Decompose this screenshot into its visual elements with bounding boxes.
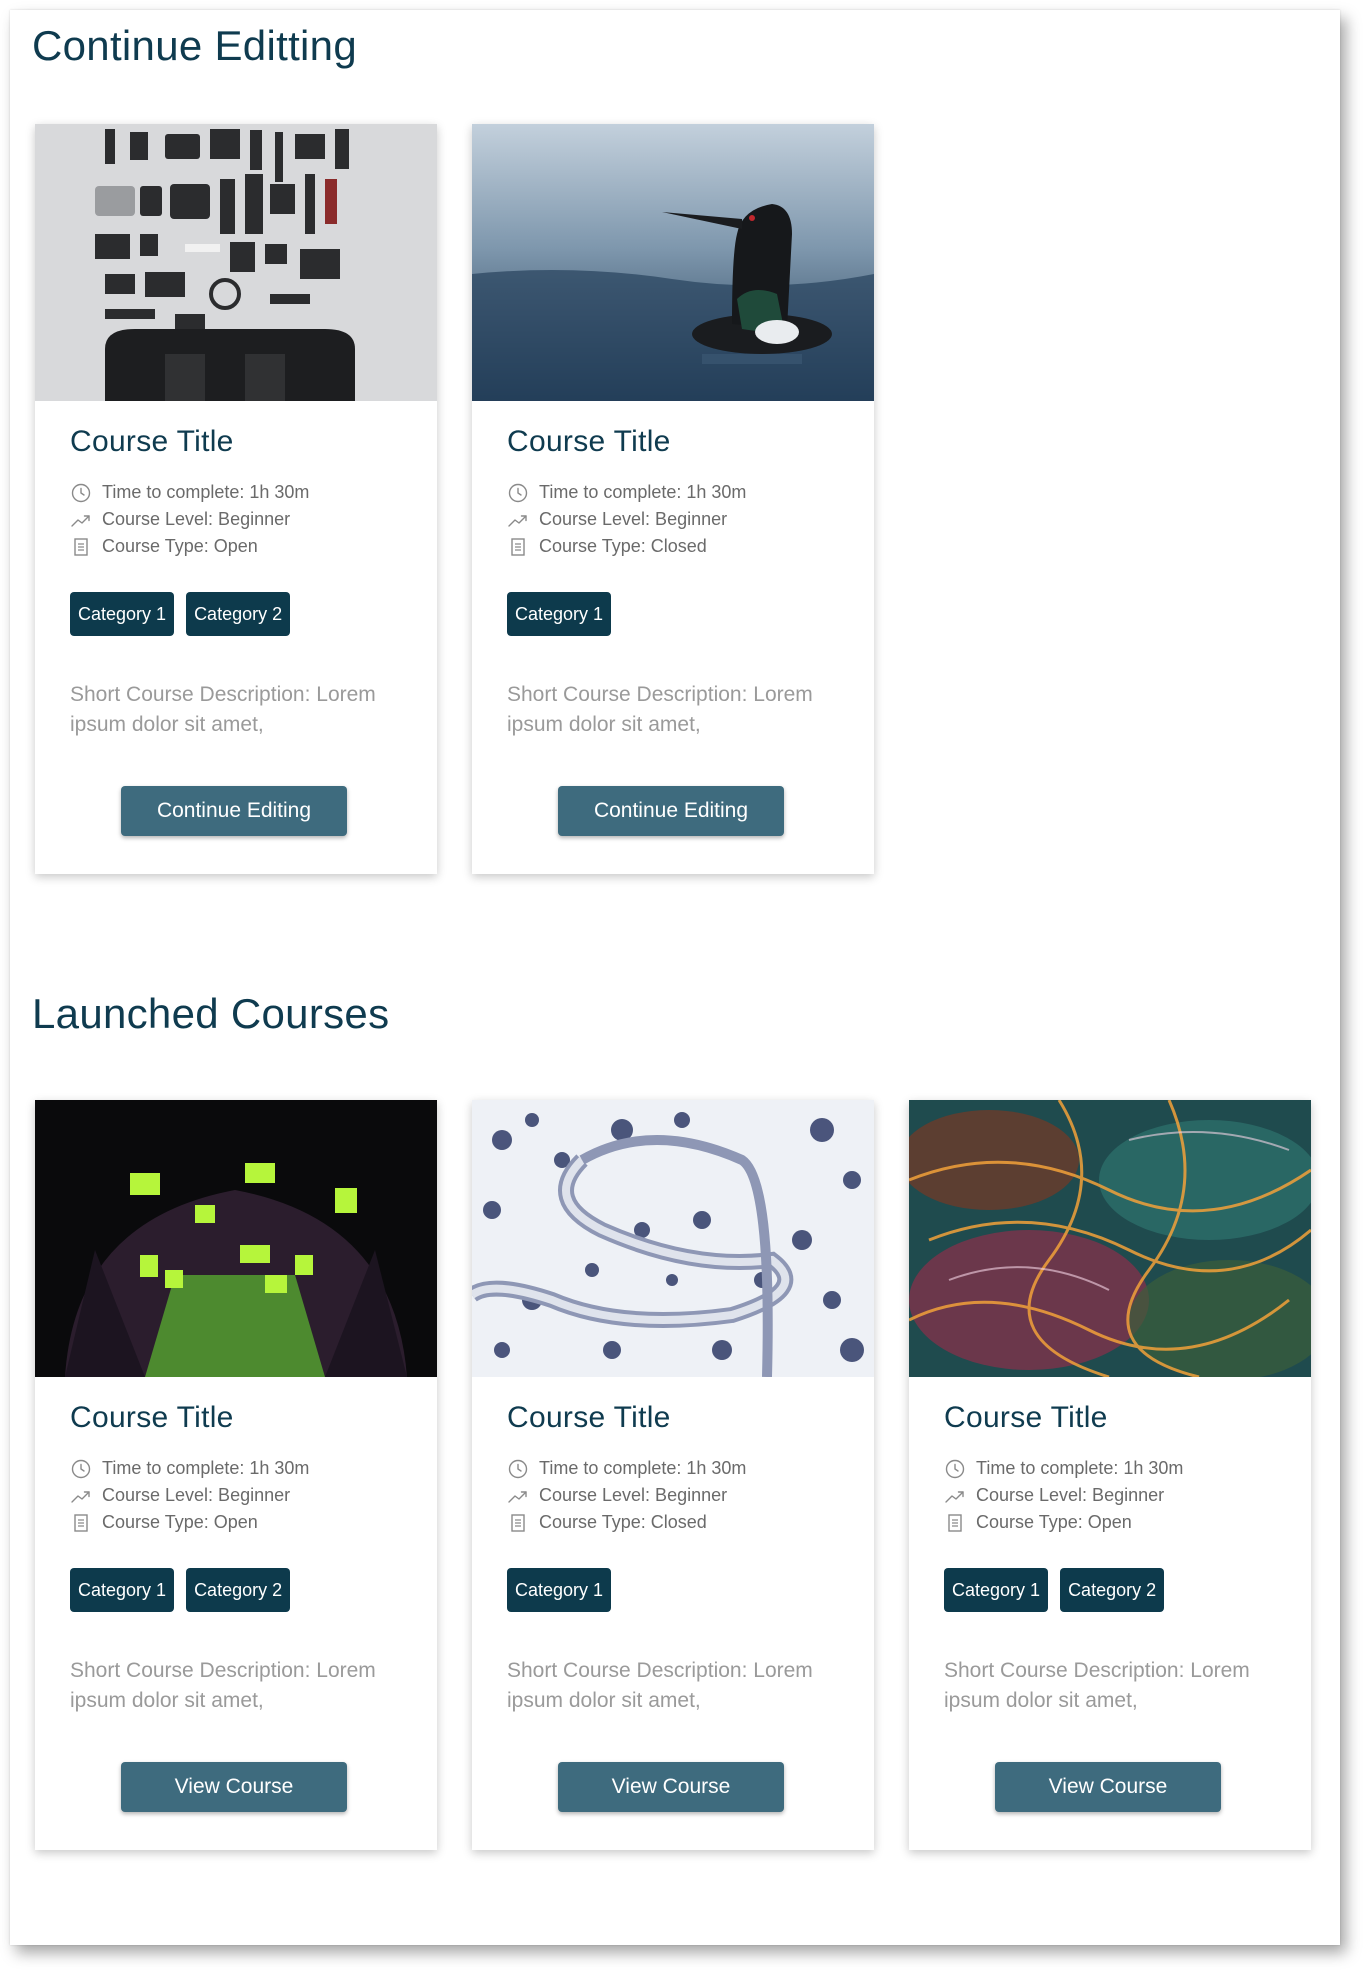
course-type-text: Course Type: Open: [976, 1512, 1132, 1532]
category-tags: Category 1: [507, 1568, 839, 1612]
course-level: Course Level: Beginner: [944, 1482, 1276, 1509]
course-type-text: Course Type: Open: [102, 1512, 258, 1532]
document-icon: [70, 1512, 92, 1534]
course-type: Course Type: Open: [70, 1509, 402, 1536]
clock-icon: [70, 482, 92, 504]
course-level: Course Level: Beginner: [507, 506, 839, 533]
course-title[interactable]: Course Title: [70, 1401, 402, 1435]
category-tag[interactable]: Category 2: [186, 1568, 291, 1612]
document-icon: [507, 1512, 529, 1534]
category-tag[interactable]: Category 2: [1060, 1568, 1165, 1612]
course-thumbnail-camera-gear-flatlay[interactable]: [35, 124, 437, 401]
continue-editing-heading: Continue Editting: [32, 22, 357, 69]
category-tag[interactable]: Category 1: [70, 1568, 175, 1612]
course-description: Short Course Description: Lorem ipsum do…: [507, 683, 813, 736]
launched-courses-row: Course Title Time to complete: 1h 30m Co…: [35, 1100, 1311, 1850]
category-tag[interactable]: Category 1: [507, 1568, 612, 1612]
course-card-3: Course Title Time to complete: 1h 30m Co…: [909, 1100, 1311, 1850]
course-action-button[interactable]: View Course: [121, 1762, 347, 1812]
course-action-button[interactable]: View Course: [995, 1762, 1221, 1812]
time-to-complete: Time to complete: 1h 30m: [70, 1455, 402, 1482]
time-to-complete: Time to complete: 1h 30m: [944, 1455, 1276, 1482]
course-type: Course Type: Open: [944, 1509, 1276, 1536]
course-card-2: Course Title Time to complete: 1h 30m Co…: [472, 124, 874, 874]
course-card-2: Course Title Time to complete: 1h 30m Co…: [472, 1100, 874, 1850]
page: Continue Editting Course Title Time to c…: [10, 10, 1340, 1945]
course-level-text: Course Level: Beginner: [102, 509, 291, 529]
trend-up-icon: [70, 1485, 92, 1507]
course-type-text: Course Type: Closed: [539, 536, 707, 556]
course-description: Short Course Description: Lorem ipsum do…: [70, 1659, 376, 1712]
document-icon: [944, 1512, 966, 1534]
category-tags: Category 1: [507, 592, 839, 636]
course-thumbnail-loon-on-water[interactable]: [472, 124, 874, 401]
trend-up-icon: [70, 509, 92, 531]
course-type-text: Course Type: Closed: [539, 1512, 707, 1532]
course-description: Short Course Description: Lorem ipsum do…: [70, 683, 376, 736]
document-icon: [507, 536, 529, 558]
clock-icon: [944, 1458, 966, 1480]
time-to-complete-text: Time to complete: 1h 30m: [102, 482, 310, 502]
course-level-text: Course Level: Beginner: [976, 1485, 1165, 1505]
course-card-1: Course Title Time to complete: 1h 30m Co…: [35, 1100, 437, 1850]
course-type-text: Course Type: Open: [102, 536, 258, 556]
category-tag[interactable]: Category 2: [186, 592, 291, 636]
clock-icon: [70, 1458, 92, 1480]
trend-up-icon: [507, 1485, 529, 1507]
course-level-text: Course Level: Beginner: [102, 1485, 291, 1505]
time-to-complete-text: Time to complete: 1h 30m: [102, 1458, 310, 1478]
document-icon: [70, 536, 92, 558]
course-description: Short Course Description: Lorem ipsum do…: [944, 1659, 1250, 1712]
course-level-text: Course Level: Beginner: [539, 509, 728, 529]
clock-icon: [507, 482, 529, 504]
course-type: Course Type: Closed: [507, 533, 839, 560]
category-tag[interactable]: Category 1: [944, 1568, 1049, 1612]
course-title[interactable]: Course Title: [944, 1401, 1276, 1435]
course-type: Course Type: Closed: [507, 1509, 839, 1536]
clock-icon: [507, 1458, 529, 1480]
course-level: Course Level: Beginner: [70, 506, 402, 533]
launched-courses-heading: Launched Courses: [32, 990, 390, 1037]
category-tag[interactable]: Category 1: [70, 592, 175, 636]
course-title[interactable]: Course Title: [507, 425, 839, 459]
continue-editing-row: Course Title Time to complete: 1h 30m Co…: [35, 124, 874, 874]
time-to-complete: Time to complete: 1h 30m: [507, 1455, 839, 1482]
course-card-1: Course Title Time to complete: 1h 30m Co…: [35, 124, 437, 874]
course-title[interactable]: Course Title: [507, 1401, 839, 1435]
time-to-complete-text: Time to complete: 1h 30m: [976, 1458, 1184, 1478]
category-tags: Category 1 Category 2: [944, 1568, 1276, 1612]
course-thumbnail-snowy-winding-road[interactable]: [472, 1100, 874, 1377]
trend-up-icon: [507, 509, 529, 531]
course-type: Course Type: Open: [70, 533, 402, 560]
course-thumbnail-abstract-light-swirls[interactable]: [909, 1100, 1311, 1377]
course-action-button[interactable]: View Course: [558, 1762, 784, 1812]
course-level: Course Level: Beginner: [70, 1482, 402, 1509]
course-title[interactable]: Course Title: [70, 425, 402, 459]
course-level-text: Course Level: Beginner: [539, 1485, 728, 1505]
time-to-complete-text: Time to complete: 1h 30m: [539, 1458, 747, 1478]
course-level: Course Level: Beginner: [507, 1482, 839, 1509]
course-description: Short Course Description: Lorem ipsum do…: [507, 1659, 813, 1712]
course-action-button[interactable]: Continue Editing: [121, 786, 347, 836]
course-thumbnail-green-screens-room[interactable]: [35, 1100, 437, 1377]
time-to-complete: Time to complete: 1h 30m: [507, 479, 839, 506]
category-tags: Category 1 Category 2: [70, 592, 402, 636]
course-action-button[interactable]: Continue Editing: [558, 786, 784, 836]
category-tag[interactable]: Category 1: [507, 592, 612, 636]
category-tags: Category 1 Category 2: [70, 1568, 402, 1612]
time-to-complete: Time to complete: 1h 30m: [70, 479, 402, 506]
time-to-complete-text: Time to complete: 1h 30m: [539, 482, 747, 502]
trend-up-icon: [944, 1485, 966, 1507]
